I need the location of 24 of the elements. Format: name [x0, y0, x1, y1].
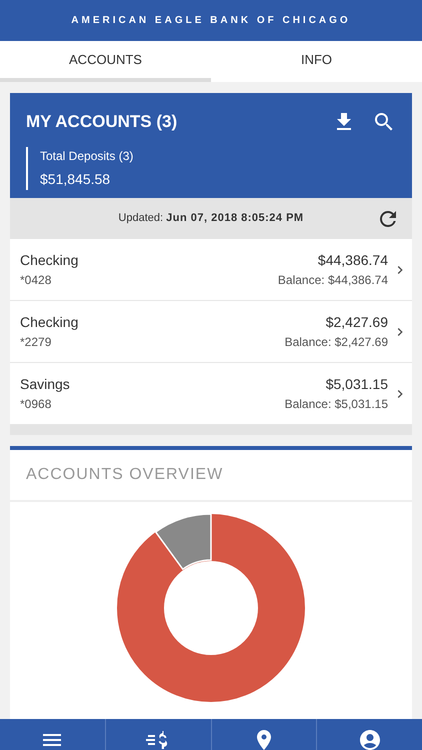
- account-name: Savings: [20, 375, 71, 394]
- tab[interactable]: ACCOUNTS: [0, 41, 211, 82]
- total-deposits-label: Total Deposits (3): [40, 148, 134, 164]
- account-amount: $5,031.15: [326, 375, 388, 394]
- bank-name: AMERICAN EAGLE BANK OF CHICAGO: [71, 14, 351, 28]
- account-row[interactable]: Checking *2279 $2,427.69 Balance: $2,427.69: [10, 301, 412, 363]
- account-row[interactable]: Checking *0428 $44,386.74 Balance: $44,386.74: [10, 239, 412, 301]
- account-number: *0428: [20, 272, 52, 289]
- account-number: *0968: [20, 396, 52, 413]
- card-title: MY ACCOUNTS (3): [26, 111, 178, 133]
- account-number: *2279: [20, 334, 52, 351]
- account-name: Checking: [20, 313, 80, 332]
- account-balance: Balance: $5,031.15: [284, 396, 388, 413]
- account-balance: Balance: $44,386.74: [278, 272, 388, 289]
- user-icon: [358, 728, 382, 750]
- account-row[interactable]: Savings *0968 $5,031.15 Balance: $5,031.15: [10, 363, 412, 425]
- overview-title: ACCOUNTS OVERVIEW: [26, 465, 224, 485]
- account-balance: Balance: $2,427.69: [284, 334, 388, 351]
- account-amount: $44,386.74: [318, 251, 388, 270]
- account-name: Checking: [20, 251, 80, 270]
- tab[interactable]: INFO: [211, 41, 422, 82]
- total-deposits-value: $51,845.58: [40, 170, 112, 188]
- account-amount: $2,427.69: [326, 313, 388, 332]
- updated-text: Updated: Jun 07, 2018 8:05:24 PM: [117, 211, 305, 226]
